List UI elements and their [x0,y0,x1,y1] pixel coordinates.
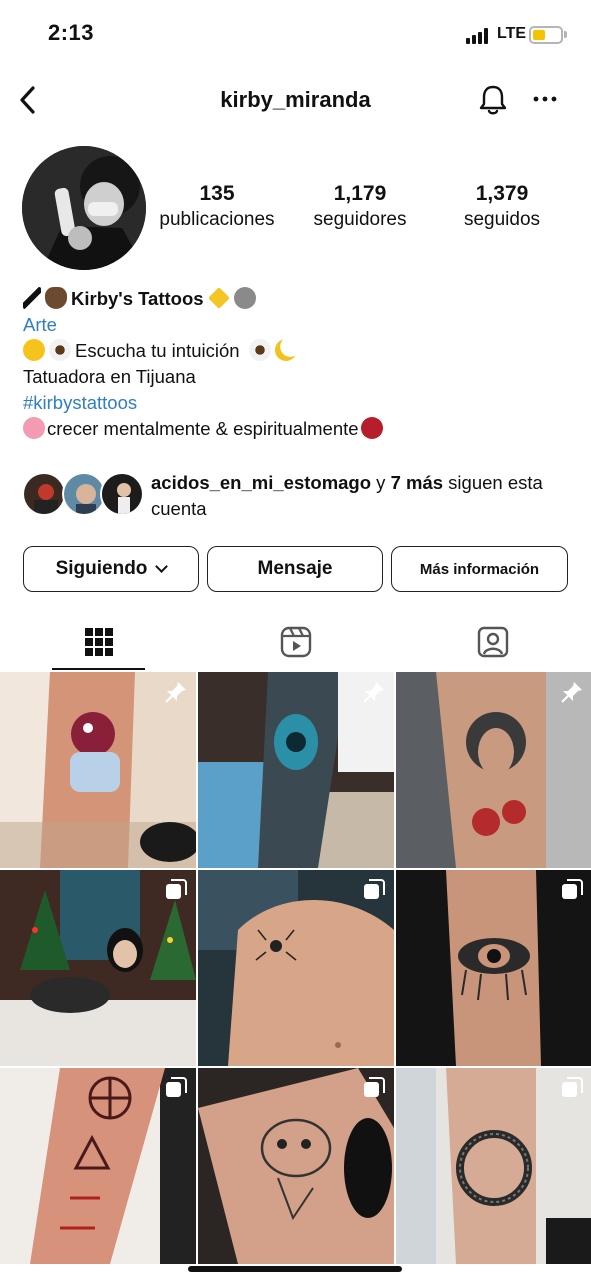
post-tile[interactable] [0,870,196,1066]
post-tile[interactable] [396,870,591,1066]
network-label: LTE [497,25,527,42]
bio-intuition-text: Escucha tu intuición [75,340,240,361]
tab-reels[interactable] [197,612,394,672]
carousel-icon [364,1077,385,1097]
pin-icon [363,682,384,703]
posts-count: 135 [199,182,235,205]
battery-tip [564,31,567,38]
profile-tabs [0,612,591,672]
crescent-moon-icon [274,339,297,361]
tagged-icon [477,626,508,658]
signal-icon [466,28,492,44]
message-label: Mensaje [257,558,333,579]
home-indicator[interactable] [188,1266,402,1272]
eye-icon [248,339,271,361]
reels-icon [280,626,311,658]
following-label: seguidos [463,209,541,230]
profile-header: kirby_miranda [0,70,591,130]
bio-hashtag[interactable]: #kirbystattoos [23,390,573,416]
post-tile[interactable] [0,672,196,868]
followers-count: 1,179 [333,182,387,205]
post-tile[interactable] [396,672,591,868]
post-tile[interactable] [198,1068,394,1264]
active-tab-indicator [52,668,145,670]
mutual-account[interactable]: acidos_en_mi_estomago [151,472,371,493]
brain-icon [23,417,45,439]
following-count: 1,379 [475,182,529,205]
bell-icon [479,85,507,115]
bat-icon [45,287,67,309]
bio-line-intuition: Escucha tu intuición [23,338,573,364]
stat-followers[interactable]: 1,179 seguidores [300,180,420,232]
bio-category[interactable]: Arte [23,312,573,338]
post-tile[interactable] [396,1068,591,1264]
pin-icon [165,682,186,703]
pin-icon [561,682,582,703]
status-bar: 2:13 LTE [0,0,591,70]
tab-grid[interactable] [0,612,197,672]
carousel-icon [562,1077,583,1097]
followers-label: seguidores [313,209,407,230]
bio-name-line: Kirby's Tattoos [23,286,573,312]
bio-display-name: Kirby's Tattoos [71,288,204,309]
posts-grid [0,672,591,1280]
more-info-label: Más información [419,560,540,578]
mutual-avatar [22,472,66,516]
mutual-avatar [100,472,144,516]
message-button[interactable]: Mensaje [207,546,383,592]
sun-face-icon [23,339,45,361]
post-tile[interactable] [0,1068,196,1264]
following-label: Siguiendo [55,558,148,579]
mutual-others: 7 más [390,472,444,493]
sparkles-icon [207,287,230,309]
status-time: 2:13 [48,20,95,45]
more-options-button[interactable] [530,84,560,114]
mutual-followers[interactable]: acidos_en_mi_estomago y 7 más siguen est… [22,470,582,520]
chevron-down-icon [155,560,169,573]
mutual-connector: y [371,472,391,493]
bio-growth-line: crecer mentalmente & espiritualmente [23,416,573,442]
battery-icon [529,26,563,44]
wand-icon [23,287,41,309]
more-info-button[interactable]: Más información [391,546,568,592]
carousel-icon [364,879,385,899]
bio-growth-text: crecer mentalmente & espiritualmente [47,418,359,439]
stat-following[interactable]: 1,379 seguidos [450,180,554,232]
mutual-followers-text: acidos_en_mi_estomago y 7 más siguen est… [151,470,571,522]
carousel-icon [562,879,583,899]
notifications-button[interactable] [476,82,510,118]
stat-posts: 135 publicaciones [150,180,284,232]
wolf-icon [233,287,256,309]
posts-label: publicaciones [159,209,275,230]
grid-icon [84,628,113,656]
profile-bio: Kirby's Tattoos Arte Escucha tu intuició… [23,286,573,442]
carousel-icon [166,879,187,899]
post-tile[interactable] [198,672,394,868]
following-button[interactable]: Siguiendo [23,546,199,592]
post-tile[interactable] [198,870,394,1066]
bio-location: Tatuadora en Tijuana [23,366,196,387]
anatomical-heart-icon [360,417,383,439]
more-icon [533,96,557,102]
carousel-icon [166,1077,187,1097]
profile-avatar[interactable] [22,146,146,270]
avatar-photo [22,146,146,270]
tab-tagged[interactable] [394,612,591,672]
eye-icon [49,339,71,361]
